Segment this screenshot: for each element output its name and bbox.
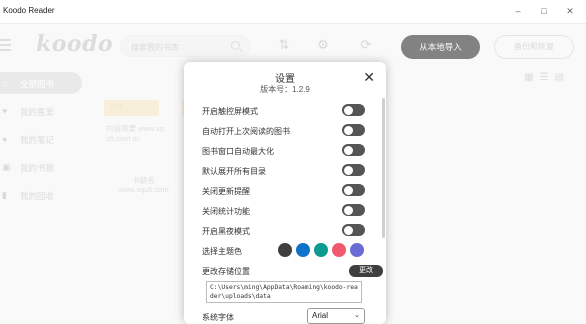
change-storage-button[interactable]: 更改 xyxy=(349,265,383,277)
window-titlebar: Koodo Reader – □ ✕ xyxy=(0,0,586,24)
setting-disable-update: 关闭更新提醒 xyxy=(202,182,372,200)
theme-color-swatch[interactable] xyxy=(314,243,328,257)
setting-theme-color: 选择主题色 xyxy=(202,242,372,260)
maximize-button[interactable]: □ xyxy=(532,3,556,19)
dialog-scrollbar[interactable] xyxy=(382,98,385,238)
setting-auto-maximize: 图书窗口自动最大化 xyxy=(202,142,372,160)
setting-storage-location: 更改存储位置 更改 xyxy=(202,262,383,280)
toggle-switch[interactable] xyxy=(342,124,365,136)
theme-color-swatch[interactable] xyxy=(296,243,310,257)
font-select[interactable]: Arial ⌄ xyxy=(307,308,365,324)
theme-color-swatch[interactable] xyxy=(332,243,346,257)
setting-dark-mode: 开启黑夜模式 xyxy=(202,222,372,240)
dialog-title: 设置 xyxy=(275,74,295,85)
toggle-switch[interactable] xyxy=(342,204,365,216)
toggle-switch[interactable] xyxy=(342,104,365,116)
close-icon[interactable]: ✕ xyxy=(363,70,375,84)
theme-color-swatch[interactable] xyxy=(350,243,364,257)
theme-color-swatch[interactable] xyxy=(278,243,292,257)
toggle-switch[interactable] xyxy=(342,224,365,236)
version-label: 版本号：1.2.9 xyxy=(260,85,310,94)
setting-touch-mode: 开启触控屏模式 xyxy=(202,102,372,120)
toggle-switch[interactable] xyxy=(342,144,365,156)
setting-expand-toc: 默认展开所有目录 xyxy=(202,162,372,180)
toggle-switch[interactable] xyxy=(342,184,365,196)
setting-open-last-book: 自动打开上次阅读的图书 xyxy=(202,122,372,140)
storage-path-field[interactable]: C:\Users\ming\AppData\Roaming\koodo-read… xyxy=(206,281,362,303)
settings-dialog: 设置 版本号：1.2.9 ✕ 开启触控屏模式 自动打开上次阅读的图书 图书窗口自… xyxy=(184,62,386,324)
setting-disable-analytics: 关闭统计功能 xyxy=(202,202,372,220)
window-title: Koodo Reader xyxy=(3,6,55,15)
close-window-button[interactable]: ✕ xyxy=(558,3,582,19)
minimize-button[interactable]: – xyxy=(506,3,530,19)
toggle-switch[interactable] xyxy=(342,164,365,176)
chevron-down-icon: ⌄ xyxy=(354,312,360,319)
